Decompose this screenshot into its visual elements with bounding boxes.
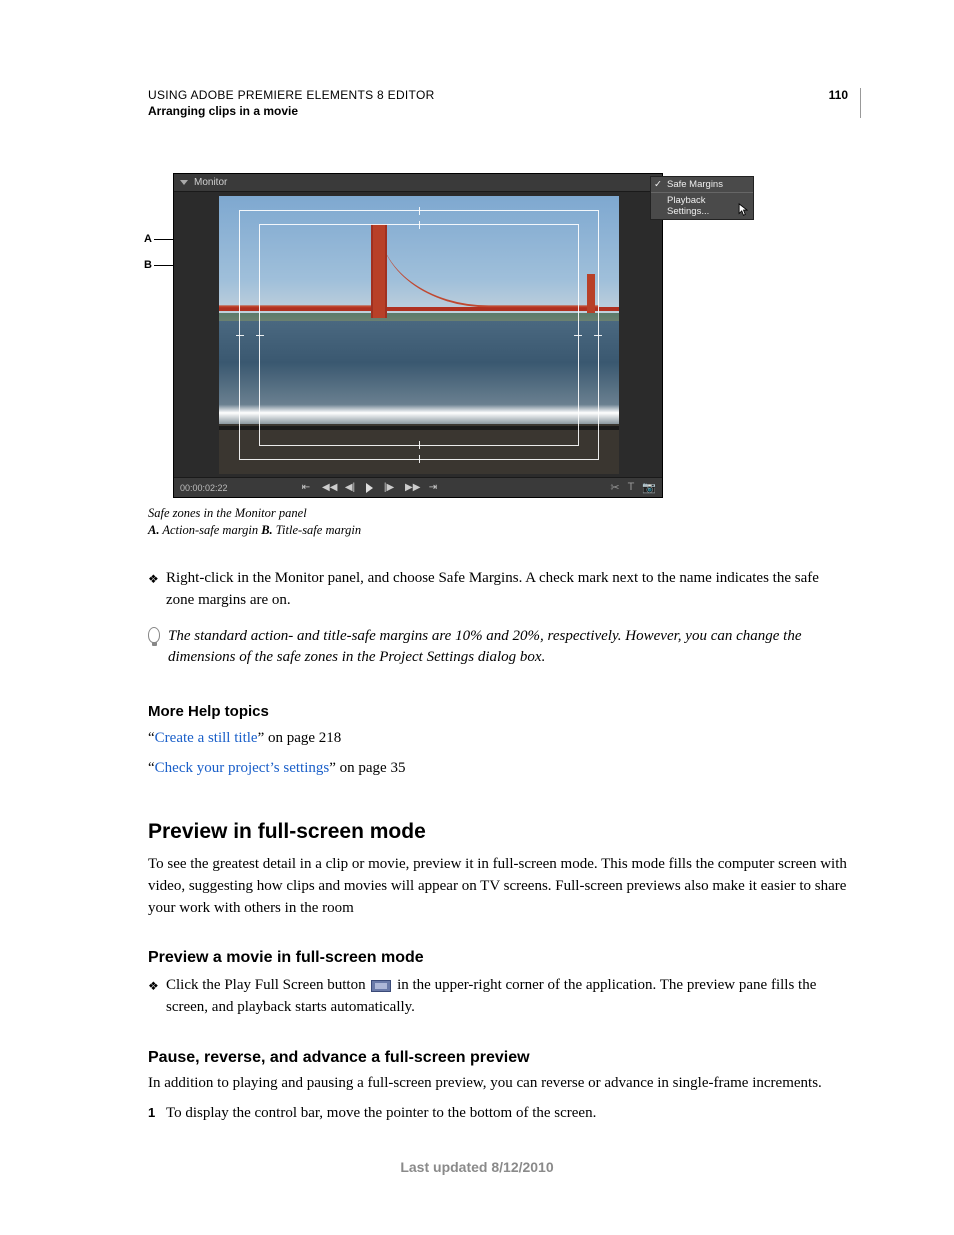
bullet-play-full-screen: ❖ Click the Play Full Screen button in t…: [148, 975, 849, 1019]
link1-rest: ” on page 218: [258, 730, 342, 746]
para-preview-full-screen: To see the greatest detail in a clip or …: [148, 854, 849, 919]
freeze-frame-icon[interactable]: 📷: [642, 481, 656, 494]
key-b-text: Title-safe margin: [273, 523, 361, 537]
step-back-icon[interactable]: ◀|: [344, 482, 356, 494]
bullet-diamond-icon: ❖: [148, 975, 166, 1019]
tip-safe-margin-percentages: The standard action- and title-safe marg…: [148, 626, 849, 670]
step-number: 1: [148, 1103, 166, 1125]
timecode: 00:00:02:22: [180, 483, 280, 493]
callout-label-a: A: [144, 233, 152, 245]
play-full-screen-icon: [371, 980, 391, 992]
monitor-panel: Monitor 00:00:02:22 ⇤: [173, 173, 663, 498]
footer-last-updated: Last updated 8/12/2010: [0, 1159, 954, 1175]
bullet-text: Right-click in the Monitor panel, and ch…: [166, 568, 849, 612]
step-text: To display the control bar, move the poi…: [166, 1103, 596, 1125]
help-link-line-2: “Check your project’s settings” on page …: [148, 756, 849, 780]
play-icon[interactable]: [366, 483, 373, 493]
doc-section: Arranging clips in a movie: [148, 104, 819, 118]
tip-text: The standard action- and title-safe marg…: [168, 626, 849, 670]
cursor-icon: [738, 203, 749, 217]
heading-preview-movie-full-screen: Preview a movie in full-screen mode: [148, 949, 849, 967]
figure-monitor-safe-zones: A B Monitor: [148, 173, 849, 538]
page-number: 110: [819, 88, 848, 102]
quote-open: “: [148, 730, 155, 746]
link-create-still-title[interactable]: Create a still title: [155, 730, 258, 746]
go-to-in-icon[interactable]: ⇤: [300, 482, 312, 494]
link-check-project-settings[interactable]: Check your project’s settings: [155, 760, 330, 776]
monitor-footer: 00:00:02:22 ⇤ ◀◀ ◀| |▶ ▶▶ ⇥ ✂ T 📷: [174, 477, 662, 497]
title-safe-margin: [259, 224, 579, 446]
heading-preview-full-screen: Preview in full-screen mode: [148, 820, 849, 844]
link2-rest: ” on page 35: [329, 760, 405, 776]
go-to-out-icon[interactable]: ⇥: [427, 482, 439, 494]
figure-caption: Safe zones in the Monitor panel: [148, 506, 849, 521]
bullet-diamond-icon: ❖: [148, 568, 166, 612]
para-pause-reverse-advance: In addition to playing and pausing a ful…: [148, 1073, 849, 1095]
key-b-label: B.: [261, 523, 272, 537]
rewind-icon[interactable]: ◀◀: [322, 482, 334, 494]
key-a-label: A.: [148, 523, 159, 537]
monitor-context-menu: Safe Margins Playback Settings...: [650, 176, 754, 220]
bullet-safe-margins-instruction: ❖ Right-click in the Monitor panel, and …: [148, 568, 849, 612]
title-tool-icon[interactable]: T: [628, 481, 635, 494]
monitor-panel-title: Monitor: [194, 177, 227, 188]
menu-item-safe-margins[interactable]: Safe Margins: [651, 177, 753, 192]
key-a-text: Action-safe margin: [159, 523, 261, 537]
quote-open: “: [148, 760, 155, 776]
page-header: USING ADOBE PREMIERE ELEMENTS 8 EDITOR A…: [148, 88, 861, 118]
heading-pause-reverse-advance: Pause, reverse, and advance a full-scree…: [148, 1049, 849, 1067]
more-help-heading: More Help topics: [148, 703, 849, 720]
monitor-video-area: [219, 196, 619, 474]
monitor-panel-header: Monitor: [174, 174, 662, 192]
help-link-line-1: “Create a still title” on page 218: [148, 726, 849, 750]
lightbulb-icon: [148, 626, 168, 670]
bullet-pre: Click the Play Full Screen button: [166, 977, 369, 993]
split-clip-icon[interactable]: ✂: [610, 481, 619, 494]
callout-label-b: B: [144, 259, 152, 271]
bullet-text: Click the Play Full Screen button in the…: [166, 975, 849, 1019]
step-forward-icon[interactable]: |▶: [383, 482, 395, 494]
figure-caption-key: A. Action-safe margin B. Title-safe marg…: [148, 523, 849, 538]
numbered-step-1: 1 To display the control bar, move the p…: [148, 1103, 849, 1125]
fast-forward-icon[interactable]: ▶▶: [405, 482, 417, 494]
doc-title: USING ADOBE PREMIERE ELEMENTS 8 EDITOR: [148, 88, 819, 102]
